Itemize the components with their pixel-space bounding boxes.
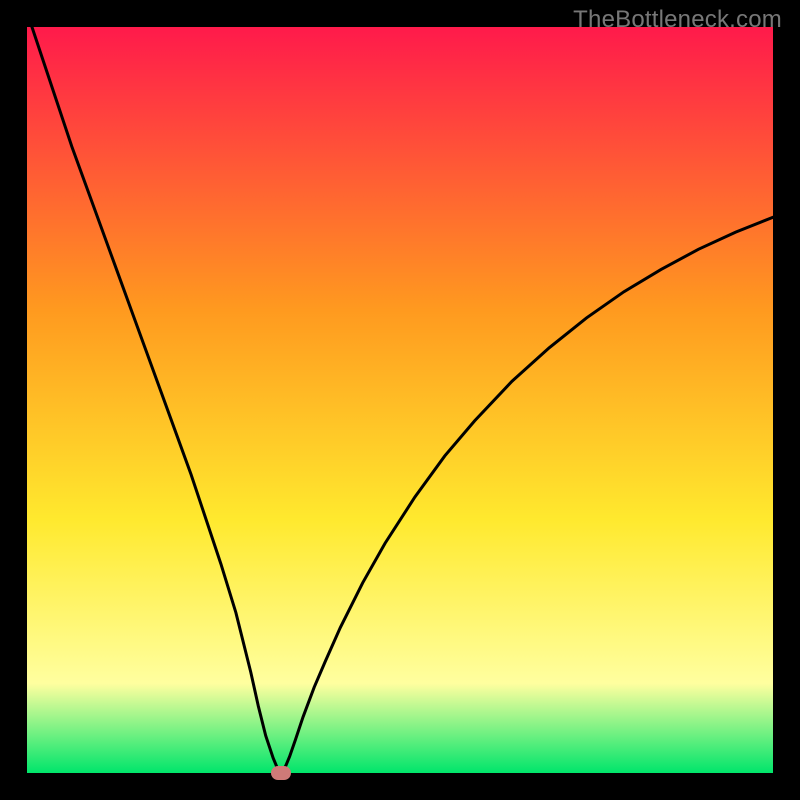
chart-frame: TheBottleneck.com	[0, 0, 800, 800]
bottleneck-plot	[27, 27, 773, 773]
gradient-background	[27, 27, 773, 773]
optimal-point-marker	[271, 766, 291, 780]
